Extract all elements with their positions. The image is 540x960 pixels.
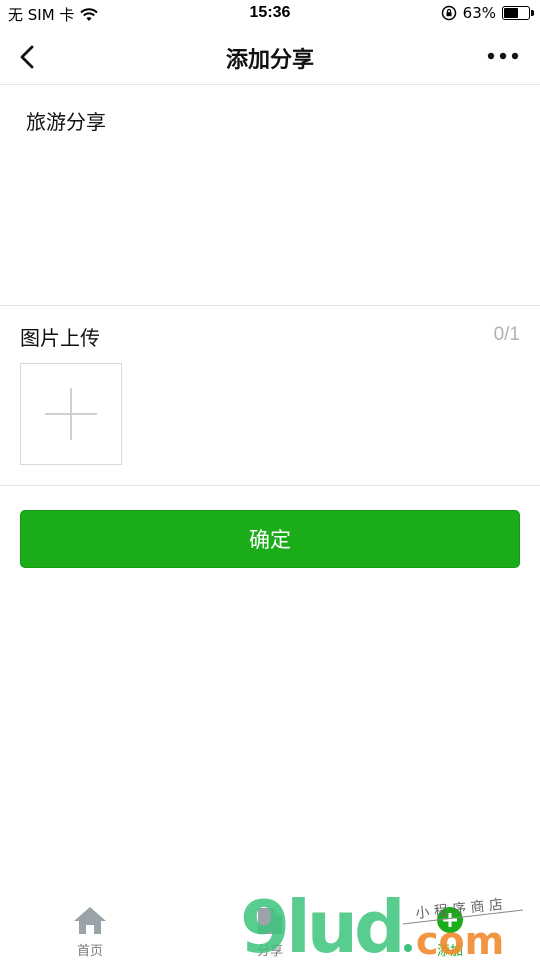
rotation-lock-icon <box>441 5 456 21</box>
tab-share-label: 分享 <box>256 944 283 959</box>
add-image-button[interactable] <box>20 363 122 465</box>
battery-icon <box>502 6 534 20</box>
page-title: 添加分享 <box>225 48 314 73</box>
tab-bar: 首页 分享 添加 <box>0 880 540 960</box>
tab-home[interactable]: 首页 <box>0 880 180 960</box>
battery-cap <box>531 10 534 16</box>
upload-count: 0/1 <box>493 324 520 345</box>
status-right: 63% <box>441 4 534 22</box>
upload-title: 图片上传 <box>20 326 100 350</box>
nav-bar: 添加分享 <box>0 28 540 85</box>
tab-share[interactable]: 分享 <box>180 880 360 960</box>
content-section <box>0 84 540 306</box>
home-icon <box>74 907 106 934</box>
add-icon <box>437 907 463 933</box>
tab-add-label: 添加 <box>436 944 463 959</box>
tab-home-label: 首页 <box>76 944 103 959</box>
battery-fill <box>504 8 519 18</box>
more-dots-icon[interactable] <box>486 46 520 66</box>
status-bar: 无 SIM 卡 15:36 63% <box>0 0 540 28</box>
share-icon <box>258 908 282 934</box>
battery-percent: 63% <box>462 4 496 22</box>
plus-icon <box>45 388 97 440</box>
tab-add[interactable]: 添加 <box>360 880 540 960</box>
upload-section: 图片上传 0/1 <box>0 306 540 486</box>
confirm-button[interactable]: 确定 <box>20 510 520 568</box>
share-content-textarea[interactable] <box>26 106 514 286</box>
